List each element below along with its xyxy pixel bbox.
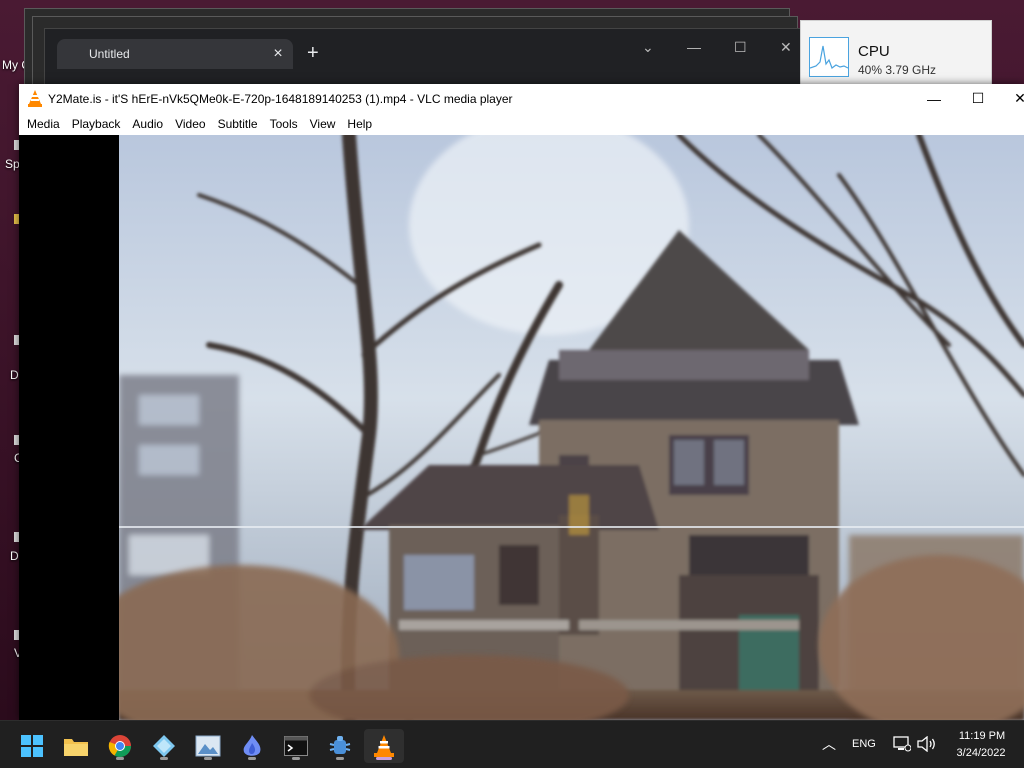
vlc-menubar: Media Playback Audio Video Subtitle Tool… [19, 113, 1024, 135]
desktop-label[interactable]: D [10, 368, 19, 382]
vlc-titlebar[interactable]: Y2Mate.is - it'S hErE-nVk5QMe0k-E-720p-1… [19, 84, 1024, 113]
running-indicator [116, 757, 124, 760]
taskbar-app-bug[interactable] [320, 729, 360, 763]
running-indicator [336, 757, 344, 760]
running-indicator [204, 757, 212, 760]
start-button[interactable] [12, 729, 52, 763]
desktop-label[interactable]: Sp [5, 157, 20, 171]
show-hidden-icons-chevron-icon[interactable]: ︿ [822, 734, 836, 754]
terminal-icon [284, 736, 308, 756]
start-icon [21, 735, 43, 757]
flame-app-icon [243, 735, 261, 756]
cpu-title: CPU [858, 43, 890, 60]
menu-view[interactable]: View [305, 114, 341, 134]
running-indicator [248, 757, 256, 760]
running-indicator [160, 757, 168, 760]
taskbar-chrome[interactable] [100, 729, 140, 763]
taskbar-terminal[interactable] [276, 729, 316, 763]
vlc-close-button[interactable]: ✕ [997, 84, 1024, 113]
taskbar: ︿ ENG 11:19 PM 3/24/2022 [0, 720, 1024, 768]
cpu-usage-graph [809, 37, 849, 77]
bug-app-icon [329, 736, 351, 754]
photos-icon [195, 735, 221, 757]
taskbar-file-explorer[interactable] [56, 729, 96, 763]
diamond-app-icon [153, 735, 175, 757]
tab-search-icon[interactable]: ⌄ [642, 39, 654, 56]
running-indicator [292, 757, 300, 760]
taskbar-app-diamond[interactable] [144, 729, 184, 763]
menu-playback[interactable]: Playback [67, 114, 126, 134]
menu-help[interactable]: Help [342, 114, 377, 134]
menu-video[interactable]: Video [170, 114, 210, 134]
taskbar-photos[interactable] [188, 729, 228, 763]
browser-close-button[interactable]: ✕ [780, 39, 792, 56]
vlc-window[interactable]: Y2Mate.is - it'S hErE-nVk5QMe0k-E-720p-1… [19, 84, 1024, 720]
menu-media[interactable]: Media [22, 114, 65, 134]
browser-maximize-button[interactable]: ☐ [734, 39, 747, 56]
desktop-label[interactable]: D [10, 549, 19, 563]
browser-minimize-button[interactable]: — [687, 39, 701, 55]
close-tab-icon[interactable]: × [263, 45, 293, 63]
browser-tab[interactable]: Untitled × [57, 39, 293, 69]
taskbar-vlc[interactable] [364, 729, 404, 763]
cpu-performance-widget[interactable]: CPU 40% 3.79 GHz [800, 20, 992, 86]
folder-icon [64, 739, 88, 756]
vlc-cone-icon [28, 90, 42, 107]
vlc-minimize-button[interactable]: — [911, 84, 957, 113]
menu-tools[interactable]: Tools [265, 114, 303, 134]
vlc-icon [374, 735, 394, 757]
volume-icon[interactable] [917, 736, 937, 752]
active-indicator [376, 757, 392, 760]
language-indicator[interactable]: ENG [852, 738, 876, 750]
vlc-window-title: Y2Mate.is - it'S hErE-nVk5QMe0k-E-720p-1… [48, 92, 513, 106]
new-tab-button[interactable]: + [307, 42, 319, 65]
clock-time[interactable]: 11:19 PM [950, 730, 1014, 742]
network-icon[interactable] [893, 736, 911, 752]
menu-subtitle[interactable]: Subtitle [213, 114, 263, 134]
browser-tab-title: Untitled [89, 47, 130, 61]
taskbar-app-flame[interactable] [232, 729, 272, 763]
cpu-usage-detail: 40% 3.79 GHz [858, 63, 937, 77]
video-frame[interactable] [119, 135, 1024, 720]
vlc-maximize-button[interactable]: ☐ [955, 84, 1001, 113]
menu-audio[interactable]: Audio [127, 114, 168, 134]
chrome-icon [108, 735, 131, 757]
clock-date[interactable]: 3/24/2022 [946, 747, 1016, 759]
